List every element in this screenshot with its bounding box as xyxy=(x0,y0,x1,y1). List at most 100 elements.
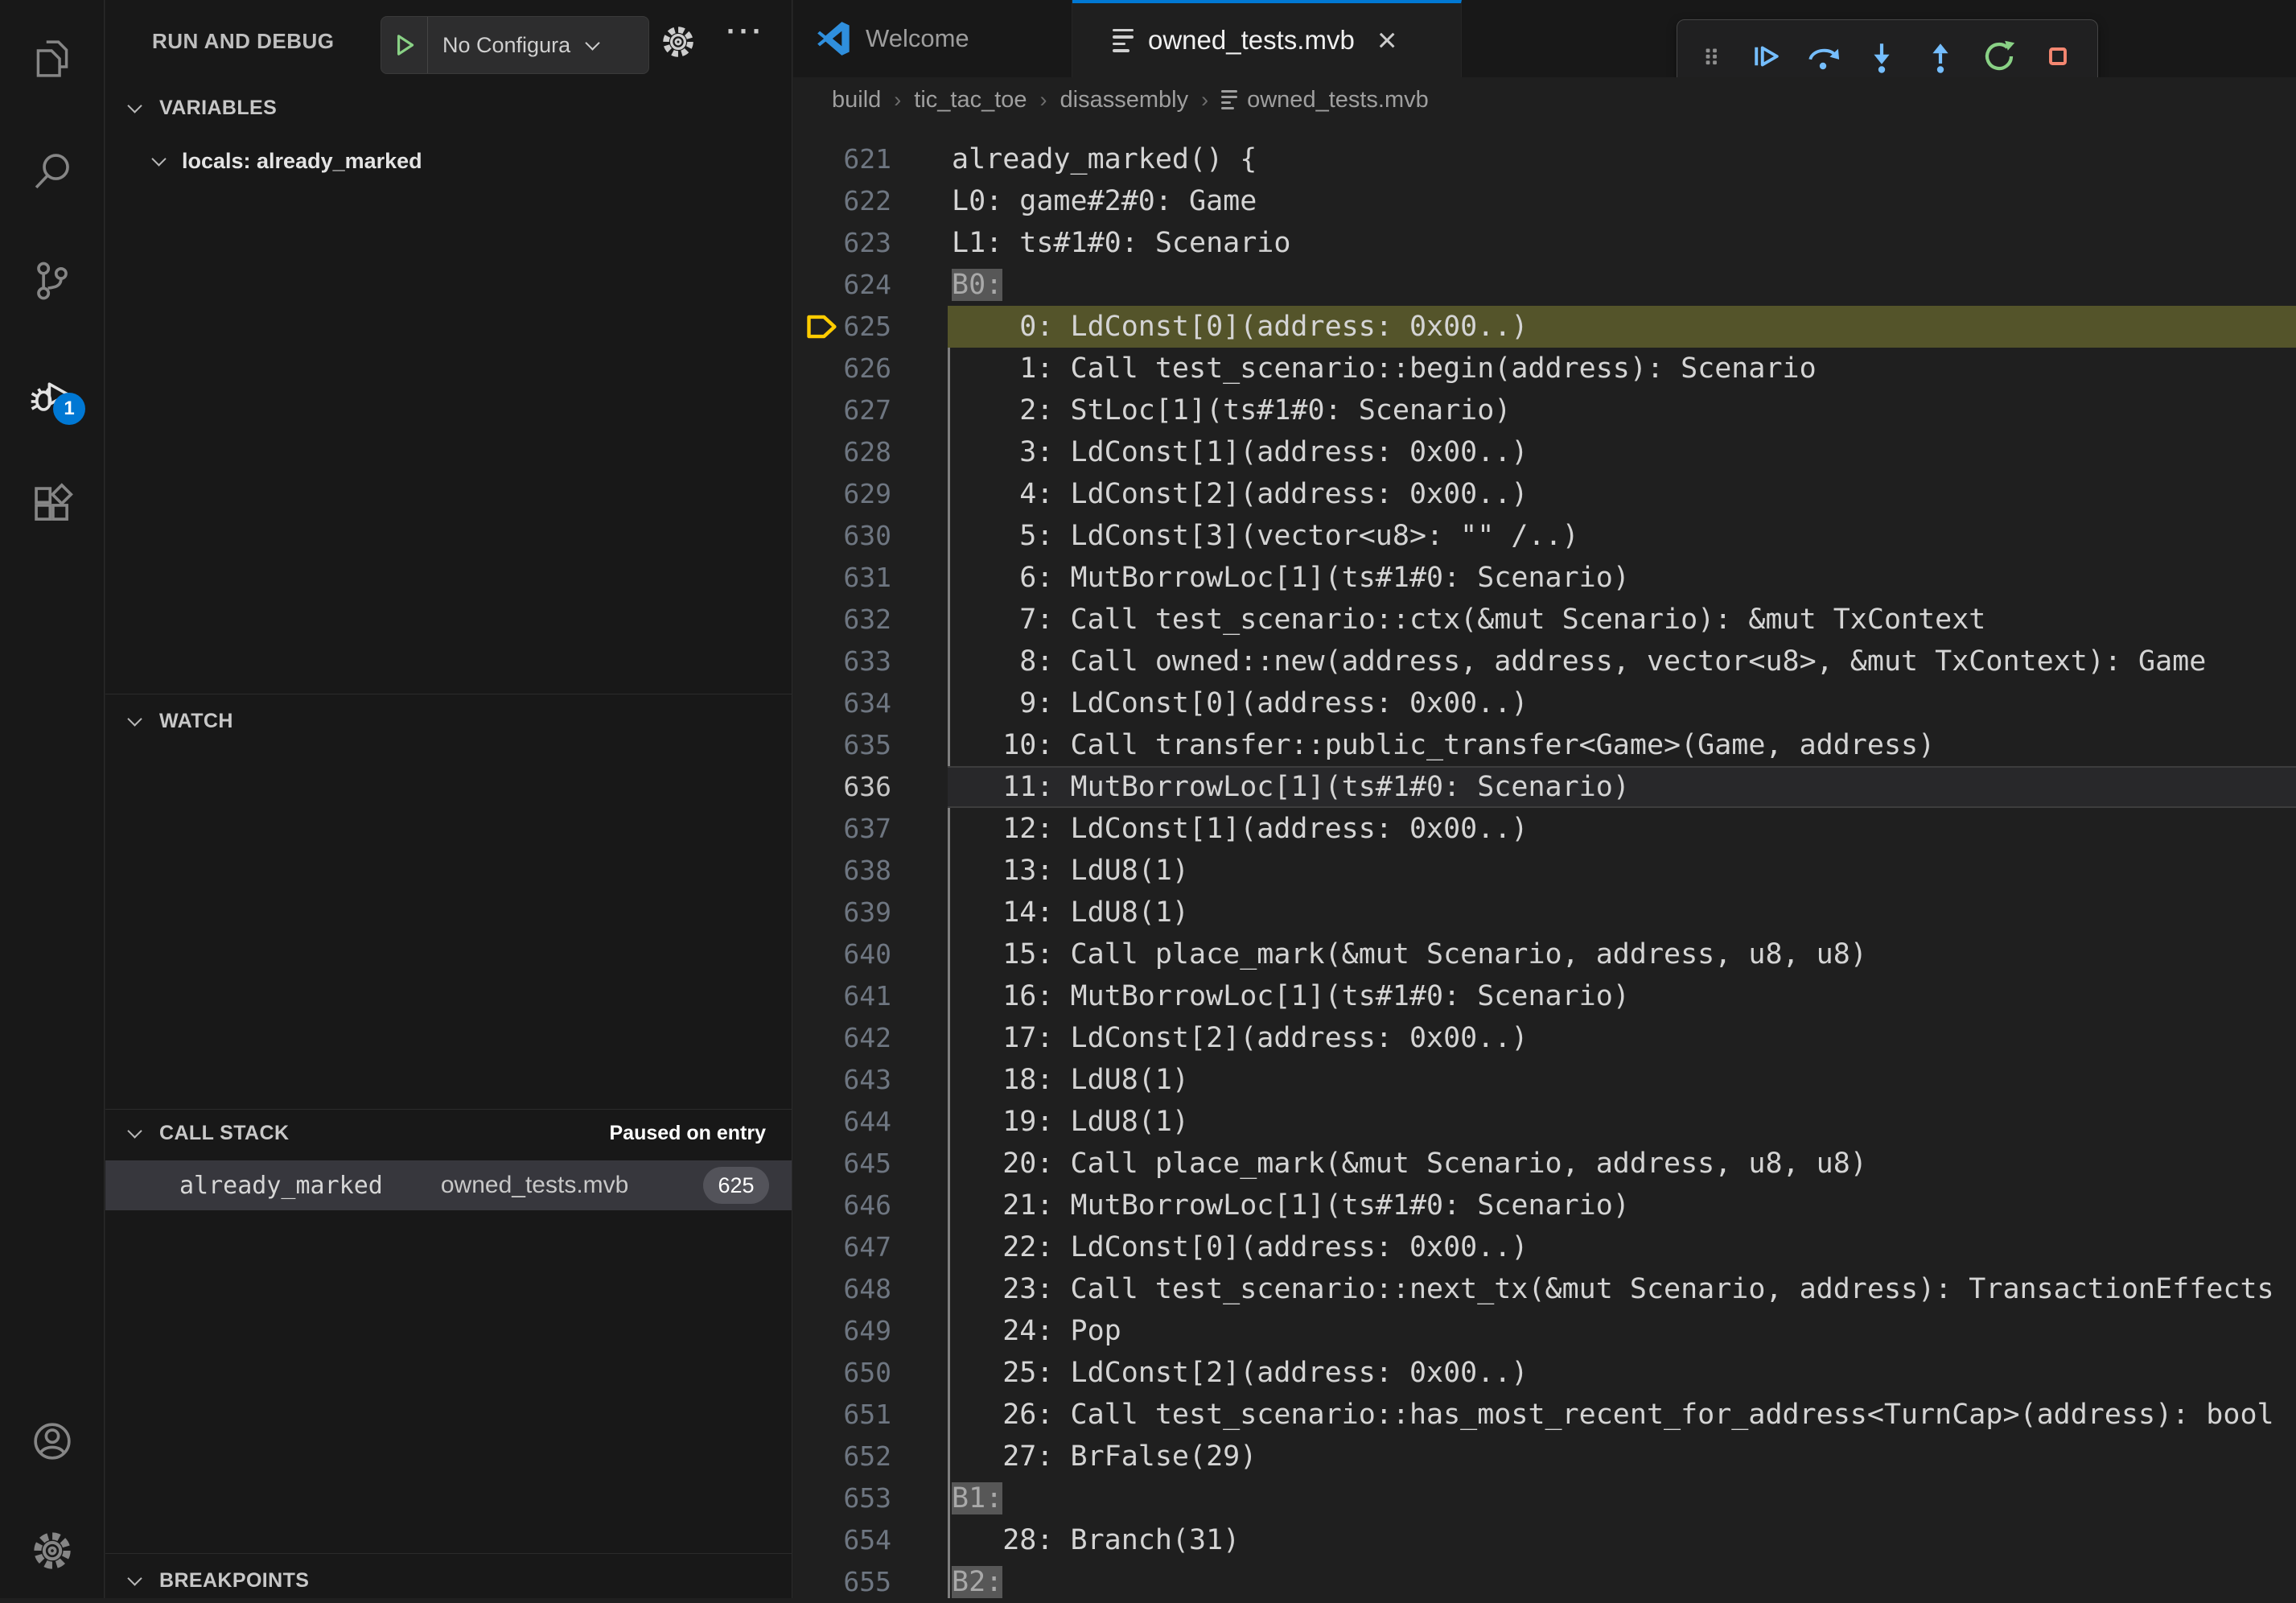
chevron-down-icon xyxy=(151,151,166,166)
code-line-639[interactable]: 639 14: LdU8(1) xyxy=(793,892,2296,933)
restart-button[interactable] xyxy=(1980,37,2018,76)
step-over-button[interactable] xyxy=(1804,37,1842,76)
line-number[interactable]: 626 xyxy=(793,348,891,389)
breadcrumb-item-owned_tests.mvb[interactable]: owned_tests.mvb xyxy=(1247,87,1429,113)
continue-button[interactable] xyxy=(1745,37,1784,76)
code-line-631[interactable]: 631 6: MutBorrowLoc[1](ts#1#0: Scenario) xyxy=(793,557,2296,599)
code-line-650[interactable]: 650 25: LdConst[2](address: 0x00..) xyxy=(793,1352,2296,1394)
line-number[interactable]: 642 xyxy=(793,1017,891,1059)
line-number[interactable]: 651 xyxy=(793,1394,891,1436)
line-number[interactable]: 644 xyxy=(793,1101,891,1143)
line-number[interactable]: 621 xyxy=(793,138,891,180)
code-line-653[interactable]: 653B1: xyxy=(793,1477,2296,1519)
step-into-button[interactable] xyxy=(1862,37,1901,76)
breakpoints-section-header[interactable]: BREAKPOINTS xyxy=(105,1558,792,1603)
code-line-637[interactable]: 637 12: LdConst[1](address: 0x00..) xyxy=(793,808,2296,850)
more-actions-icon[interactable]: ··· xyxy=(726,14,765,48)
drag-grip-icon[interactable] xyxy=(1697,37,1725,76)
accounts-icon[interactable] xyxy=(29,1418,76,1465)
breadcrumb-item-disassembly[interactable]: disassembly xyxy=(1060,87,1189,113)
line-number[interactable]: 623 xyxy=(793,222,891,264)
line-number[interactable]: 635 xyxy=(793,724,891,766)
line-number[interactable]: 636 xyxy=(793,766,891,808)
line-number[interactable]: 643 xyxy=(793,1059,891,1101)
code-line-632[interactable]: 632 7: Call test_scenario::ctx(&mut Scen… xyxy=(793,599,2296,641)
line-number[interactable]: 652 xyxy=(793,1436,891,1477)
code-line-640[interactable]: 640 15: Call place_mark(&mut Scenario, a… xyxy=(793,933,2296,975)
line-number[interactable]: 632 xyxy=(793,599,891,641)
source-control-icon[interactable] xyxy=(29,258,76,304)
variables-section-header[interactable]: VARIABLES xyxy=(105,85,792,130)
code-line-623[interactable]: 623L1: ts#1#0: Scenario xyxy=(793,222,2296,264)
code-editor[interactable]: 621already_marked() {622L0: game#2#0: Ga… xyxy=(793,122,2296,1598)
code-line-641[interactable]: 641 16: MutBorrowLoc[1](ts#1#0: Scenario… xyxy=(793,975,2296,1017)
line-number[interactable]: 647 xyxy=(793,1226,891,1268)
code-line-648[interactable]: 648 23: Call test_scenario::next_tx(&mut… xyxy=(793,1268,2296,1310)
line-number[interactable]: 641 xyxy=(793,975,891,1017)
code-line-625[interactable]: 625 0: LdConst[0](address: 0x00..) xyxy=(793,306,2296,348)
line-number[interactable]: 654 xyxy=(793,1519,891,1561)
code-line-645[interactable]: 645 20: Call place_mark(&mut Scenario, a… xyxy=(793,1143,2296,1185)
code-line-649[interactable]: 649 24: Pop xyxy=(793,1310,2296,1352)
breadcrumb-item-tic_tac_toe[interactable]: tic_tac_toe xyxy=(914,87,1027,113)
code-line-633[interactable]: 633 8: Call owned::new(address, address,… xyxy=(793,641,2296,682)
line-number[interactable]: 649 xyxy=(793,1310,891,1352)
code-line-624[interactable]: 624B0: xyxy=(793,264,2296,306)
code-line-651[interactable]: 651 26: Call test_scenario::has_most_rec… xyxy=(793,1394,2296,1436)
line-number[interactable]: 645 xyxy=(793,1143,891,1185)
step-out-button[interactable] xyxy=(1921,37,1960,76)
code-line-630[interactable]: 630 5: LdConst[3](vector<u8>: "" /..) xyxy=(793,515,2296,557)
line-number[interactable]: 650 xyxy=(793,1352,891,1394)
code-line-654[interactable]: 654 28: Branch(31) xyxy=(793,1519,2296,1561)
line-number[interactable]: 629 xyxy=(793,473,891,515)
code-line-643[interactable]: 643 18: LdU8(1) xyxy=(793,1059,2296,1101)
stack-frame-row[interactable]: already_marked owned_tests.mvb 625 xyxy=(105,1160,792,1210)
launch-config-dropdown[interactable]: No Configura xyxy=(381,16,649,74)
code-line-635[interactable]: 635 10: Call transfer::public_transfer<G… xyxy=(793,724,2296,766)
code-line-644[interactable]: 644 19: LdU8(1) xyxy=(793,1101,2296,1143)
line-number[interactable]: 653 xyxy=(793,1477,891,1519)
extensions-icon[interactable] xyxy=(29,481,76,528)
code-line-655[interactable]: 655B2: xyxy=(793,1561,2296,1598)
tab-owned-tests[interactable]: owned_tests.mvb × xyxy=(1072,0,1462,77)
code-line-647[interactable]: 647 22: LdConst[0](address: 0x00..) xyxy=(793,1226,2296,1268)
line-number[interactable]: 628 xyxy=(793,431,891,473)
line-number[interactable]: 639 xyxy=(793,892,891,933)
code-line-622[interactable]: 622L0: game#2#0: Game xyxy=(793,180,2296,222)
explorer-icon[interactable] xyxy=(29,35,76,82)
stop-button[interactable] xyxy=(2039,37,2077,76)
line-number[interactable]: 630 xyxy=(793,515,891,557)
line-number[interactable]: 622 xyxy=(793,180,891,222)
code-line-646[interactable]: 646 21: MutBorrowLoc[1](ts#1#0: Scenario… xyxy=(793,1185,2296,1226)
code-line-652[interactable]: 652 27: BrFalse(29) xyxy=(793,1436,2296,1477)
close-icon[interactable]: × xyxy=(1377,23,1397,57)
code-line-642[interactable]: 642 17: LdConst[2](address: 0x00..) xyxy=(793,1017,2296,1059)
line-number[interactable]: 637 xyxy=(793,808,891,850)
line-number[interactable]: 646 xyxy=(793,1185,891,1226)
code-line-634[interactable]: 634 9: LdConst[0](address: 0x00..) xyxy=(793,682,2296,724)
debug-settings-gear-icon[interactable] xyxy=(659,23,697,61)
line-number[interactable]: 631 xyxy=(793,557,891,599)
line-number[interactable]: 624 xyxy=(793,264,891,306)
line-number[interactable]: 633 xyxy=(793,641,891,682)
code-line-636[interactable]: 636 11: MutBorrowLoc[1](ts#1#0: Scenario… xyxy=(793,766,2296,808)
line-number[interactable]: 638 xyxy=(793,850,891,892)
search-icon[interactable] xyxy=(29,148,76,195)
start-debug-button[interactable] xyxy=(381,17,428,73)
code-line-626[interactable]: 626 1: Call test_scenario::begin(address… xyxy=(793,348,2296,389)
line-number[interactable]: 655 xyxy=(793,1561,891,1598)
line-number[interactable]: 648 xyxy=(793,1268,891,1310)
code-line-621[interactable]: 621already_marked() { xyxy=(793,138,2296,180)
watch-section-header[interactable]: WATCH xyxy=(105,698,792,744)
tab-welcome[interactable]: Welcome xyxy=(793,0,1072,77)
code-line-628[interactable]: 628 3: LdConst[1](address: 0x00..) xyxy=(793,431,2296,473)
variables-locals-row[interactable]: locals: already_marked xyxy=(105,138,792,183)
line-number[interactable]: 627 xyxy=(793,389,891,431)
code-line-627[interactable]: 627 2: StLoc[1](ts#1#0: Scenario) xyxy=(793,389,2296,431)
breadcrumb-item-build[interactable]: build xyxy=(832,87,881,113)
settings-gear-icon[interactable] xyxy=(29,1527,76,1574)
line-number[interactable]: 640 xyxy=(793,933,891,975)
line-number[interactable]: 634 xyxy=(793,682,891,724)
code-line-638[interactable]: 638 13: LdU8(1) xyxy=(793,850,2296,892)
code-line-629[interactable]: 629 4: LdConst[2](address: 0x00..) xyxy=(793,473,2296,515)
